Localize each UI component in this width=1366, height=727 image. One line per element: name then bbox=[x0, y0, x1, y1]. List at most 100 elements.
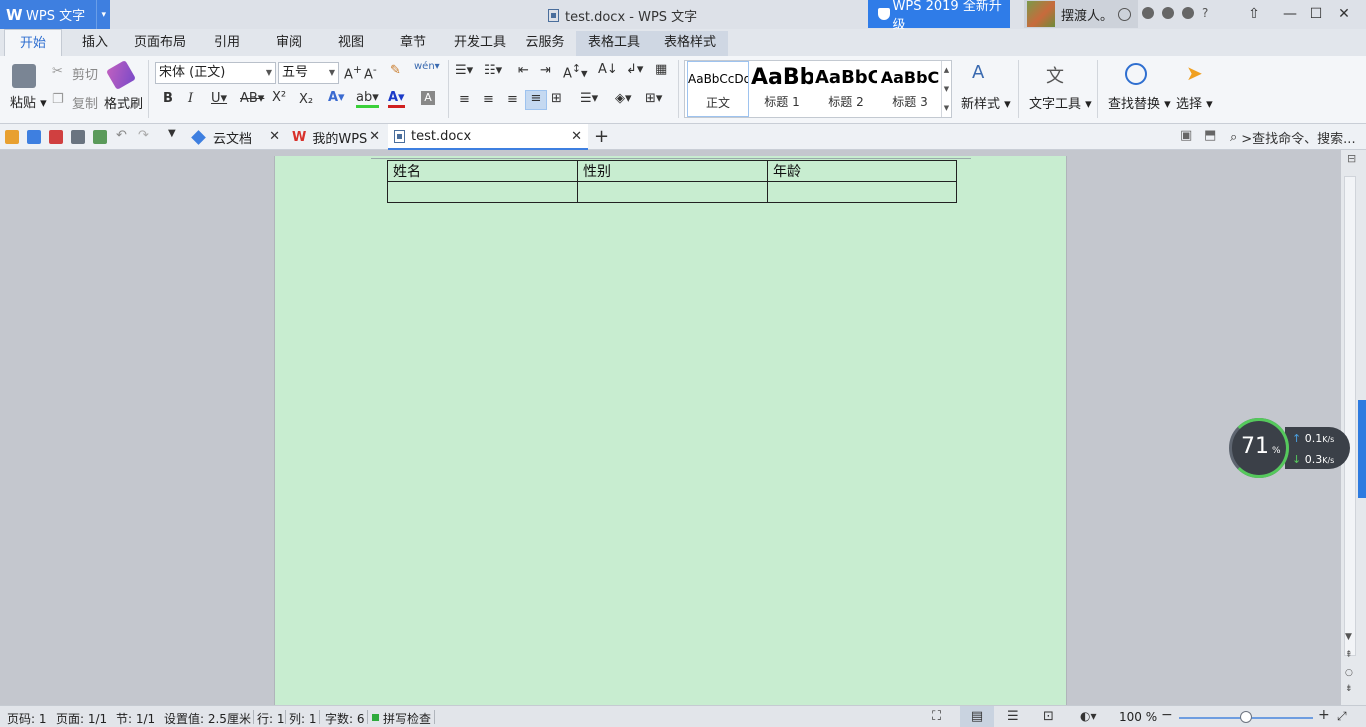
screen-record-icon[interactable]: ▣ bbox=[1180, 128, 1192, 143]
document-canvas[interactable]: 姓名 性别 年龄 bbox=[0, 150, 1341, 705]
command-search[interactable]: ⌕ >查找命令、搜索... bbox=[1230, 124, 1356, 150]
new-tab-icon[interactable]: + bbox=[594, 126, 609, 147]
share-icon[interactable] bbox=[1142, 7, 1154, 19]
copy-button[interactable]: 复制 bbox=[72, 93, 98, 112]
select-browse-icon[interactable]: ○ bbox=[1345, 668, 1353, 678]
font-name-select[interactable]: 宋体 (正文) ▼ bbox=[155, 62, 276, 84]
feedback-icon[interactable] bbox=[1182, 7, 1194, 19]
style-heading-2[interactable]: AaBbC 标题 2 bbox=[815, 61, 877, 117]
paste-button[interactable]: 粘贴 ▾ bbox=[10, 92, 47, 111]
select-button[interactable]: 选择 ▾ bbox=[1176, 93, 1213, 112]
decrease-indent-icon[interactable]: ⇤ bbox=[518, 63, 529, 78]
phonetic-guide-icon[interactable]: wén▾ bbox=[414, 61, 440, 72]
doc-tab-my-wps[interactable]: W 我的WPS ✕ bbox=[288, 124, 386, 150]
table-cell[interactable]: 性别 bbox=[577, 160, 768, 182]
increase-indent-icon[interactable]: ⇥ bbox=[540, 63, 551, 78]
web-view-icon[interactable]: ⊡ bbox=[1043, 709, 1054, 724]
tab-cloud-service[interactable]: 云服务 bbox=[521, 29, 569, 56]
skin-icon[interactable] bbox=[1118, 7, 1132, 21]
tab-insert[interactable]: 插入 bbox=[72, 29, 118, 56]
close-icon[interactable]: ✕ bbox=[571, 129, 582, 144]
message-icon[interactable]: ⬒ bbox=[1204, 128, 1216, 143]
zoom-out-icon[interactable]: − bbox=[1161, 707, 1173, 723]
style-heading-3[interactable]: AaBbC 标题 3 bbox=[879, 61, 941, 117]
spell-check-button[interactable]: 拼写检查 bbox=[383, 710, 431, 727]
page-view-icon[interactable]: ▤ bbox=[960, 706, 994, 727]
table-cell[interactable] bbox=[387, 181, 578, 203]
tab-view[interactable]: 视图 bbox=[329, 29, 373, 56]
next-page-icon[interactable]: ⇟ bbox=[1345, 684, 1353, 694]
print-preview-icon[interactable] bbox=[93, 130, 107, 144]
show-marks-icon[interactable]: ↲▾ bbox=[626, 62, 643, 77]
status-word-count[interactable]: 字数: 6 bbox=[325, 710, 365, 727]
status-setting[interactable]: 设置值: 2.5厘米 bbox=[164, 710, 251, 727]
cut-button[interactable]: 剪切 bbox=[72, 64, 98, 83]
new-style-icon[interactable]: A bbox=[972, 62, 984, 83]
status-column[interactable]: 列: 1 bbox=[289, 710, 317, 727]
find-replace-icon[interactable] bbox=[1125, 63, 1147, 85]
tab-home[interactable]: 开始 bbox=[4, 29, 62, 56]
grow-font-icon[interactable]: A+ bbox=[344, 63, 362, 82]
tab-table-tools[interactable]: 表格工具 bbox=[582, 29, 646, 56]
print-icon[interactable] bbox=[71, 130, 85, 144]
format-painter-button[interactable]: 格式刷 bbox=[104, 93, 143, 112]
prev-page-icon[interactable]: ⇞ bbox=[1345, 650, 1353, 660]
find-replace-button[interactable]: 查找替换 ▾ bbox=[1108, 93, 1171, 112]
numbered-list-icon[interactable]: ☷▾ bbox=[484, 63, 502, 78]
close-icon[interactable]: ✕ bbox=[269, 129, 280, 144]
customize-toolbar-icon[interactable]: ▼ bbox=[168, 128, 176, 139]
status-pages[interactable]: 页面: 1/1 bbox=[56, 710, 107, 727]
copy-icon[interactable]: ❐ bbox=[52, 92, 64, 107]
tab-chapter[interactable]: 章节 bbox=[390, 29, 436, 56]
character-shading-icon[interactable]: A bbox=[421, 91, 435, 105]
help-icon[interactable]: ? bbox=[1202, 6, 1208, 20]
clear-format-icon[interactable]: ✎ bbox=[390, 63, 401, 78]
change-case-icon[interactable]: A↕▾ bbox=[563, 62, 588, 81]
scroll-down-icon[interactable]: ▼ bbox=[1345, 632, 1352, 642]
line-spacing-icon[interactable]: ☰▾ bbox=[580, 91, 598, 106]
expand-icon[interactable]: ▼ bbox=[944, 104, 949, 112]
doc-tab-cloud[interactable]: 云文档 ✕ bbox=[188, 124, 286, 150]
status-page-number[interactable]: 页码: 1 bbox=[7, 710, 47, 727]
document-page[interactable]: 姓名 性别 年龄 bbox=[274, 156, 1067, 705]
table-cell[interactable] bbox=[577, 181, 768, 203]
redo-icon[interactable]: ↷ bbox=[138, 128, 149, 143]
sync-icon[interactable] bbox=[1162, 7, 1174, 19]
tab-page-layout[interactable]: 页面布局 bbox=[130, 29, 190, 56]
tab-review[interactable]: 审阅 bbox=[267, 29, 311, 56]
align-left-icon[interactable]: ≡ bbox=[459, 92, 470, 107]
close-button[interactable]: ✕ bbox=[1330, 0, 1358, 28]
fullscreen-view-icon[interactable]: ⛶ bbox=[932, 709, 941, 724]
doc-tab-test-docx[interactable]: test.docx ✕ bbox=[388, 124, 588, 150]
status-section[interactable]: 节: 1/1 bbox=[116, 710, 155, 727]
new-style-button[interactable]: 新样式 ▾ bbox=[961, 93, 1011, 112]
save-icon[interactable] bbox=[27, 130, 41, 144]
border-icon[interactable]: ⊞▾ bbox=[645, 91, 662, 106]
app-menu-dropdown-icon[interactable]: ▾ bbox=[96, 0, 106, 29]
style-gallery-scroll[interactable]: ▲ ▼ ▼ bbox=[941, 61, 951, 117]
tab-table-style[interactable]: 表格样式 bbox=[658, 29, 722, 56]
table-cell[interactable]: 年龄 bbox=[767, 160, 957, 182]
italic-icon[interactable]: I bbox=[188, 91, 193, 106]
zoom-level[interactable]: 100 % bbox=[1119, 710, 1157, 724]
underline-icon[interactable]: U▾ bbox=[211, 91, 227, 106]
align-right-icon[interactable]: ≡ bbox=[507, 92, 518, 107]
avatar[interactable] bbox=[1027, 1, 1055, 27]
text-tools-icon[interactable]: 文 bbox=[1046, 62, 1064, 88]
distributed-icon[interactable]: ⊞ bbox=[551, 91, 562, 106]
text-tools-button[interactable]: 文字工具 ▾ bbox=[1029, 93, 1092, 112]
paste-icon[interactable] bbox=[12, 64, 36, 88]
document-table[interactable]: 姓名 性别 年龄 bbox=[387, 160, 957, 203]
style-normal[interactable]: AaBbCcDd 正文 bbox=[687, 61, 749, 117]
tab-references[interactable]: 引用 bbox=[205, 29, 249, 56]
chevron-up-icon[interactable]: ▲ bbox=[944, 66, 949, 74]
scrollbar-thumb[interactable] bbox=[1344, 176, 1356, 656]
side-panel-handle[interactable] bbox=[1358, 400, 1366, 498]
user-account[interactable]: 摆渡人。 bbox=[1024, 0, 1138, 28]
tab-developer[interactable]: 开发工具 bbox=[450, 29, 510, 56]
style-heading-1[interactable]: AaBb 标题 1 bbox=[751, 61, 813, 117]
app-menu-button[interactable]: W WPS 文字 ▾ bbox=[0, 0, 110, 29]
fit-window-icon[interactable]: ⤢ bbox=[1337, 709, 1347, 724]
paragraph-shading-icon[interactable]: ◈▾ bbox=[615, 91, 632, 106]
sort-icon[interactable]: A↓ bbox=[598, 62, 618, 77]
